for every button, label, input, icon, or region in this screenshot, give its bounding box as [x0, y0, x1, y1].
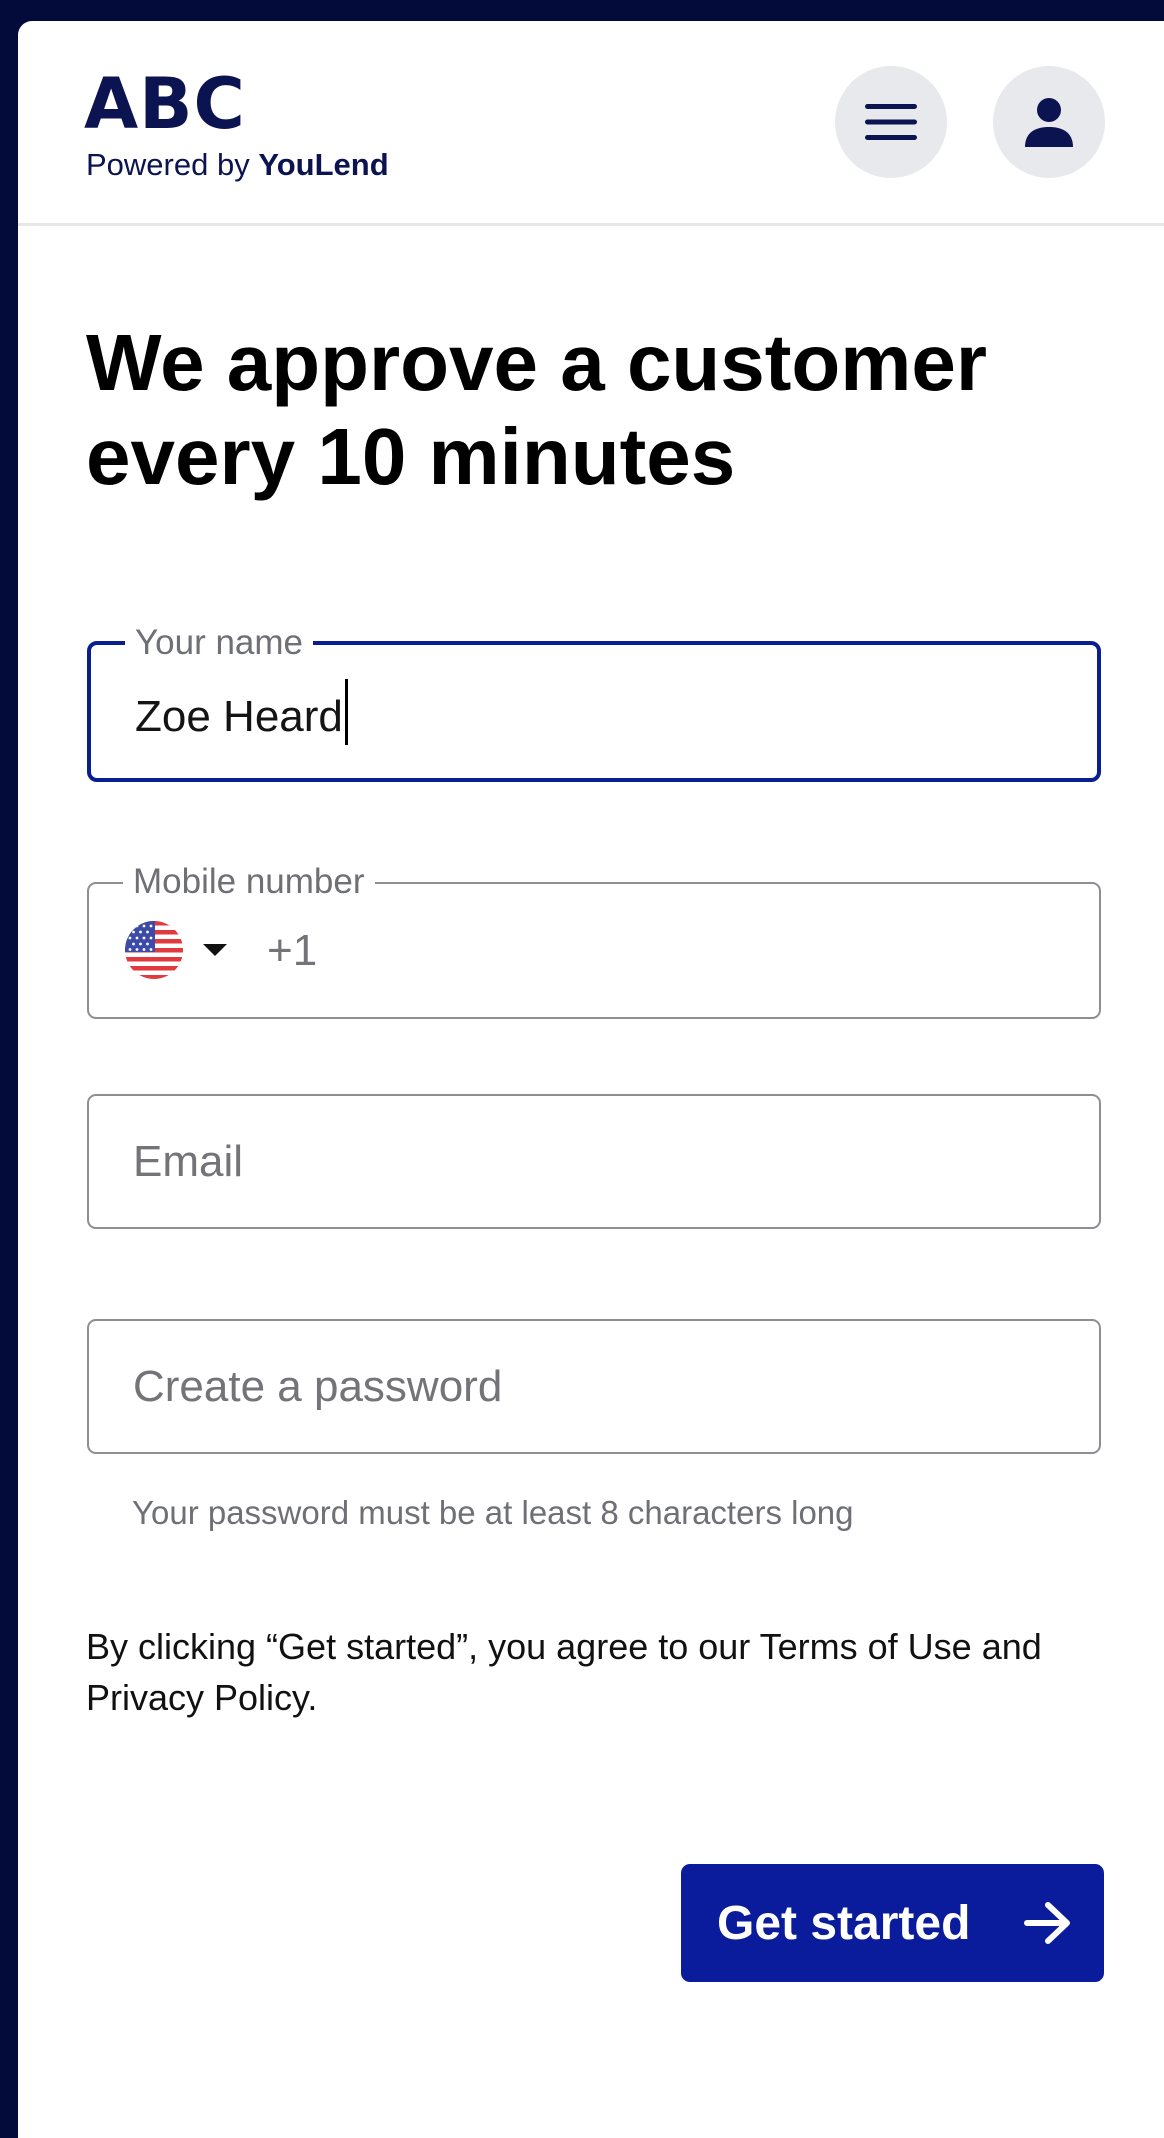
arrow-right-icon	[1024, 1902, 1070, 1944]
menu-button[interactable]	[835, 66, 947, 178]
terms-notice: By clicking “Get started”, you agree to …	[86, 1626, 1042, 1718]
text-cursor	[344, 678, 348, 745]
get-started-button[interactable]: Get started	[681, 1864, 1104, 1982]
password-placeholder: Create a password	[133, 1361, 503, 1411]
powered-by-brand: YouLend	[258, 147, 389, 182]
name-field[interactable]: Your name Zoe Heard	[87, 623, 1101, 782]
mobile-number-label: Mobile number	[123, 862, 375, 902]
name-field-value-wrap: Zoe Heard	[135, 678, 348, 745]
chevron-down-icon[interactable]	[203, 944, 227, 956]
dial-code: +1	[267, 925, 318, 975]
powered-by-prefix: Powered by	[86, 147, 250, 182]
email-placeholder: Email	[133, 1136, 244, 1186]
email-field[interactable]: Email	[87, 1094, 1101, 1229]
header: ABC Powered by YouLend	[18, 21, 1164, 226]
signup-page: ABC Powered by YouLend We approve a cust…	[18, 21, 1164, 2138]
page-title: We approve a customer every 10 minutes	[86, 318, 988, 501]
password-helper-text: Your password must be at least 8 charact…	[132, 1494, 854, 1531]
password-field[interactable]: Create a password	[87, 1319, 1101, 1454]
name-input-value: Zoe Heard	[135, 691, 343, 741]
name-field-label: Your name	[125, 623, 313, 663]
user-account-icon	[1025, 98, 1073, 147]
get-started-label: Get started	[717, 1896, 971, 1950]
us-flag-icon[interactable]	[125, 921, 183, 979]
account-button[interactable]	[993, 66, 1105, 178]
powered-by-text: Powered by YouLend	[86, 149, 389, 180]
mobile-number-field[interactable]: Mobile number +1	[87, 862, 1101, 1019]
logo: ABC	[84, 63, 246, 145]
hamburger-menu-icon	[865, 104, 917, 140]
